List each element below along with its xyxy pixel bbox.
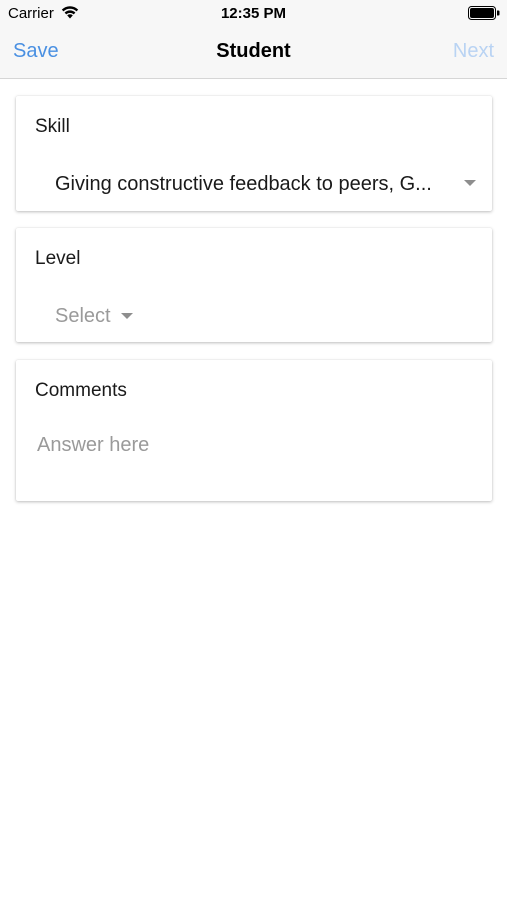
level-card: Level Select xyxy=(16,228,492,342)
next-button[interactable]: Next xyxy=(453,40,494,63)
skill-label: Skill xyxy=(35,116,70,137)
skill-selected-value: Giving constructive feedback to peers, G… xyxy=(55,173,432,195)
chevron-down-icon xyxy=(121,313,133,319)
level-label: Level xyxy=(35,248,81,269)
skill-card: Skill Giving constructive feedback to pe… xyxy=(16,96,492,211)
page-title: Student xyxy=(216,40,291,62)
battery-icon xyxy=(468,6,500,20)
status-bar: Carrier 12:35 PM xyxy=(0,0,507,28)
chevron-down-icon xyxy=(464,180,476,186)
status-time: 12:35 PM xyxy=(220,5,287,22)
level-dropdown[interactable]: Select xyxy=(55,305,133,331)
level-placeholder: Select xyxy=(55,305,111,327)
comments-card: Comments xyxy=(16,360,492,501)
skill-dropdown[interactable]: Giving constructive feedback to peers, G… xyxy=(16,156,492,206)
navigation-bar: Save Student Next xyxy=(0,28,507,79)
comments-input[interactable] xyxy=(37,434,477,457)
comments-label: Comments xyxy=(35,380,127,401)
